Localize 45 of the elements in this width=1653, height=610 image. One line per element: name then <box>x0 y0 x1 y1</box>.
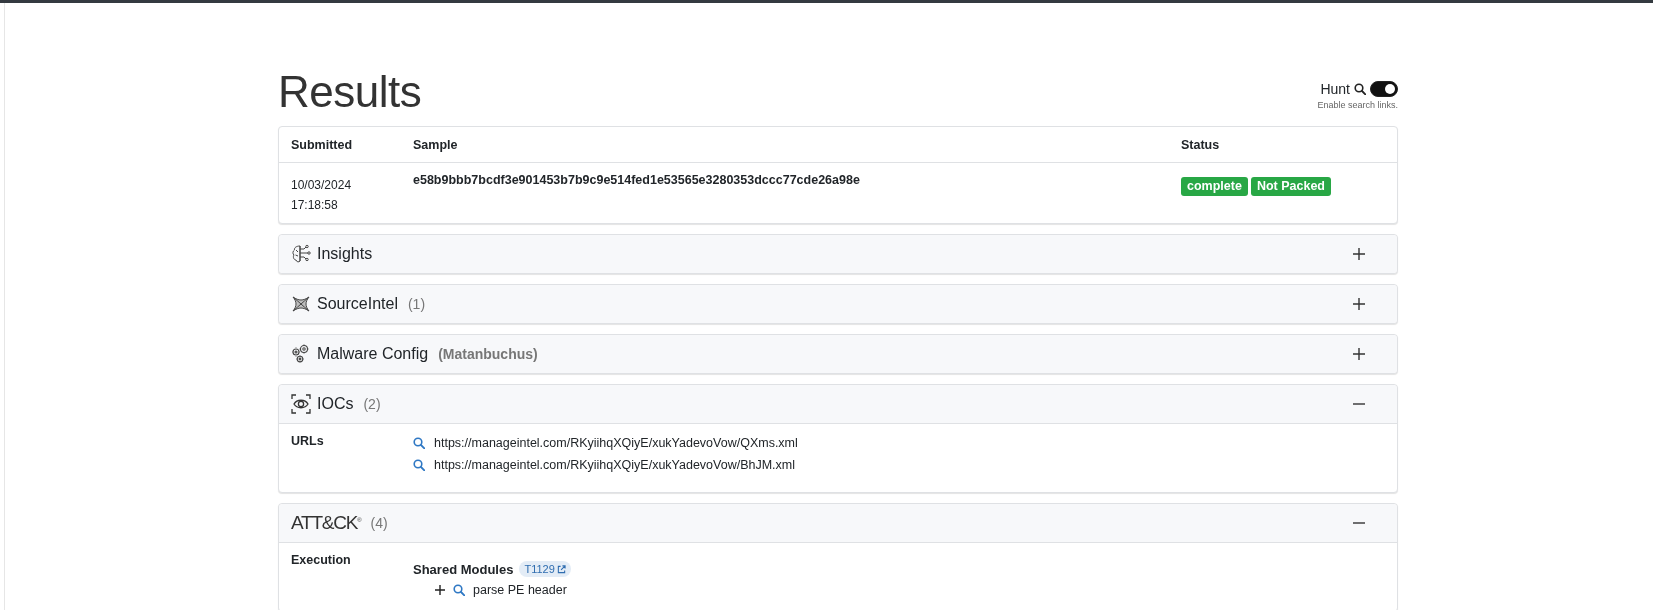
hunt-label: Hunt <box>1320 81 1350 97</box>
gears-icon <box>291 344 311 364</box>
section-title: Insights <box>317 245 373 263</box>
section-count: (1) <box>407 296 426 312</box>
section-header[interactable]: Insights <box>279 235 1397 273</box>
section-header[interactable]: ATT&CK$^{®}$ (4) <box>279 504 1397 543</box>
brain-circuit-icon <box>291 244 311 264</box>
behavior-label: parse PE header <box>473 583 567 597</box>
section-title: Malware Config <box>317 345 429 363</box>
section-title: IOCs <box>317 395 354 413</box>
column-header: Status <box>1181 137 1221 152</box>
section-title: SourceIntel <box>317 295 398 313</box>
column-header: Submitted <box>291 137 354 152</box>
section-header[interactable]: SourceIntel (1) <box>279 285 1397 323</box>
section-count: (Matanbuchus) <box>438 346 538 362</box>
external-link-icon <box>556 564 566 574</box>
plus-icon[interactable] <box>1353 298 1365 310</box>
tactic-label: Execution <box>291 553 352 569</box>
url-link[interactable]: https://manageintel.com/RKyiihqXQiyE/xukYadevoVow/BhJM.xml <box>434 458 796 472</box>
section-count: (2) <box>363 396 381 412</box>
eye-frame-icon <box>291 394 311 414</box>
url-link[interactable]: https://manageintel.com/RKyiihqXQiyE/xukYadevoVow/QXms.xml <box>434 436 798 450</box>
hint-text: Enable search links. <box>1317 100 1398 110</box>
sample-hash: e58b9bbb7bcdf3e901453b7b9c9e514fed1e53565e3280353dccc77cde26a98e <box>413 172 860 187</box>
search-icon <box>1354 83 1366 95</box>
search-icon[interactable] <box>413 459 425 471</box>
plus-icon[interactable] <box>1353 248 1365 260</box>
section-header[interactable]: IOCs (2) <box>279 385 1397 424</box>
search-icon[interactable] <box>413 437 425 449</box>
column-header: Sample <box>413 137 459 152</box>
status-badge: Not Packed <box>1250 177 1331 196</box>
status-badge: complete <box>1181 177 1248 196</box>
search-icon[interactable] <box>453 584 465 596</box>
technique-id-link[interactable]: T1129 <box>519 561 571 577</box>
technique-name: Shared Modules <box>413 561 514 577</box>
hunt-toggle[interactable] <box>1370 81 1398 97</box>
section-header[interactable]: Malware Config (Matanbuchus) <box>279 335 1397 373</box>
plus-icon[interactable] <box>1353 348 1365 360</box>
page-title: Results <box>278 67 422 117</box>
group-label: URLs <box>291 434 325 450</box>
submitted-date: 10/03/2024 17:18:58 <box>291 177 353 214</box>
plus-icon[interactable] <box>435 585 445 595</box>
attack-logo: ATT&CK$^{®}$ <box>291 512 361 534</box>
crossed-curves-icon <box>291 294 311 314</box>
section-count: (4) <box>370 515 388 531</box>
